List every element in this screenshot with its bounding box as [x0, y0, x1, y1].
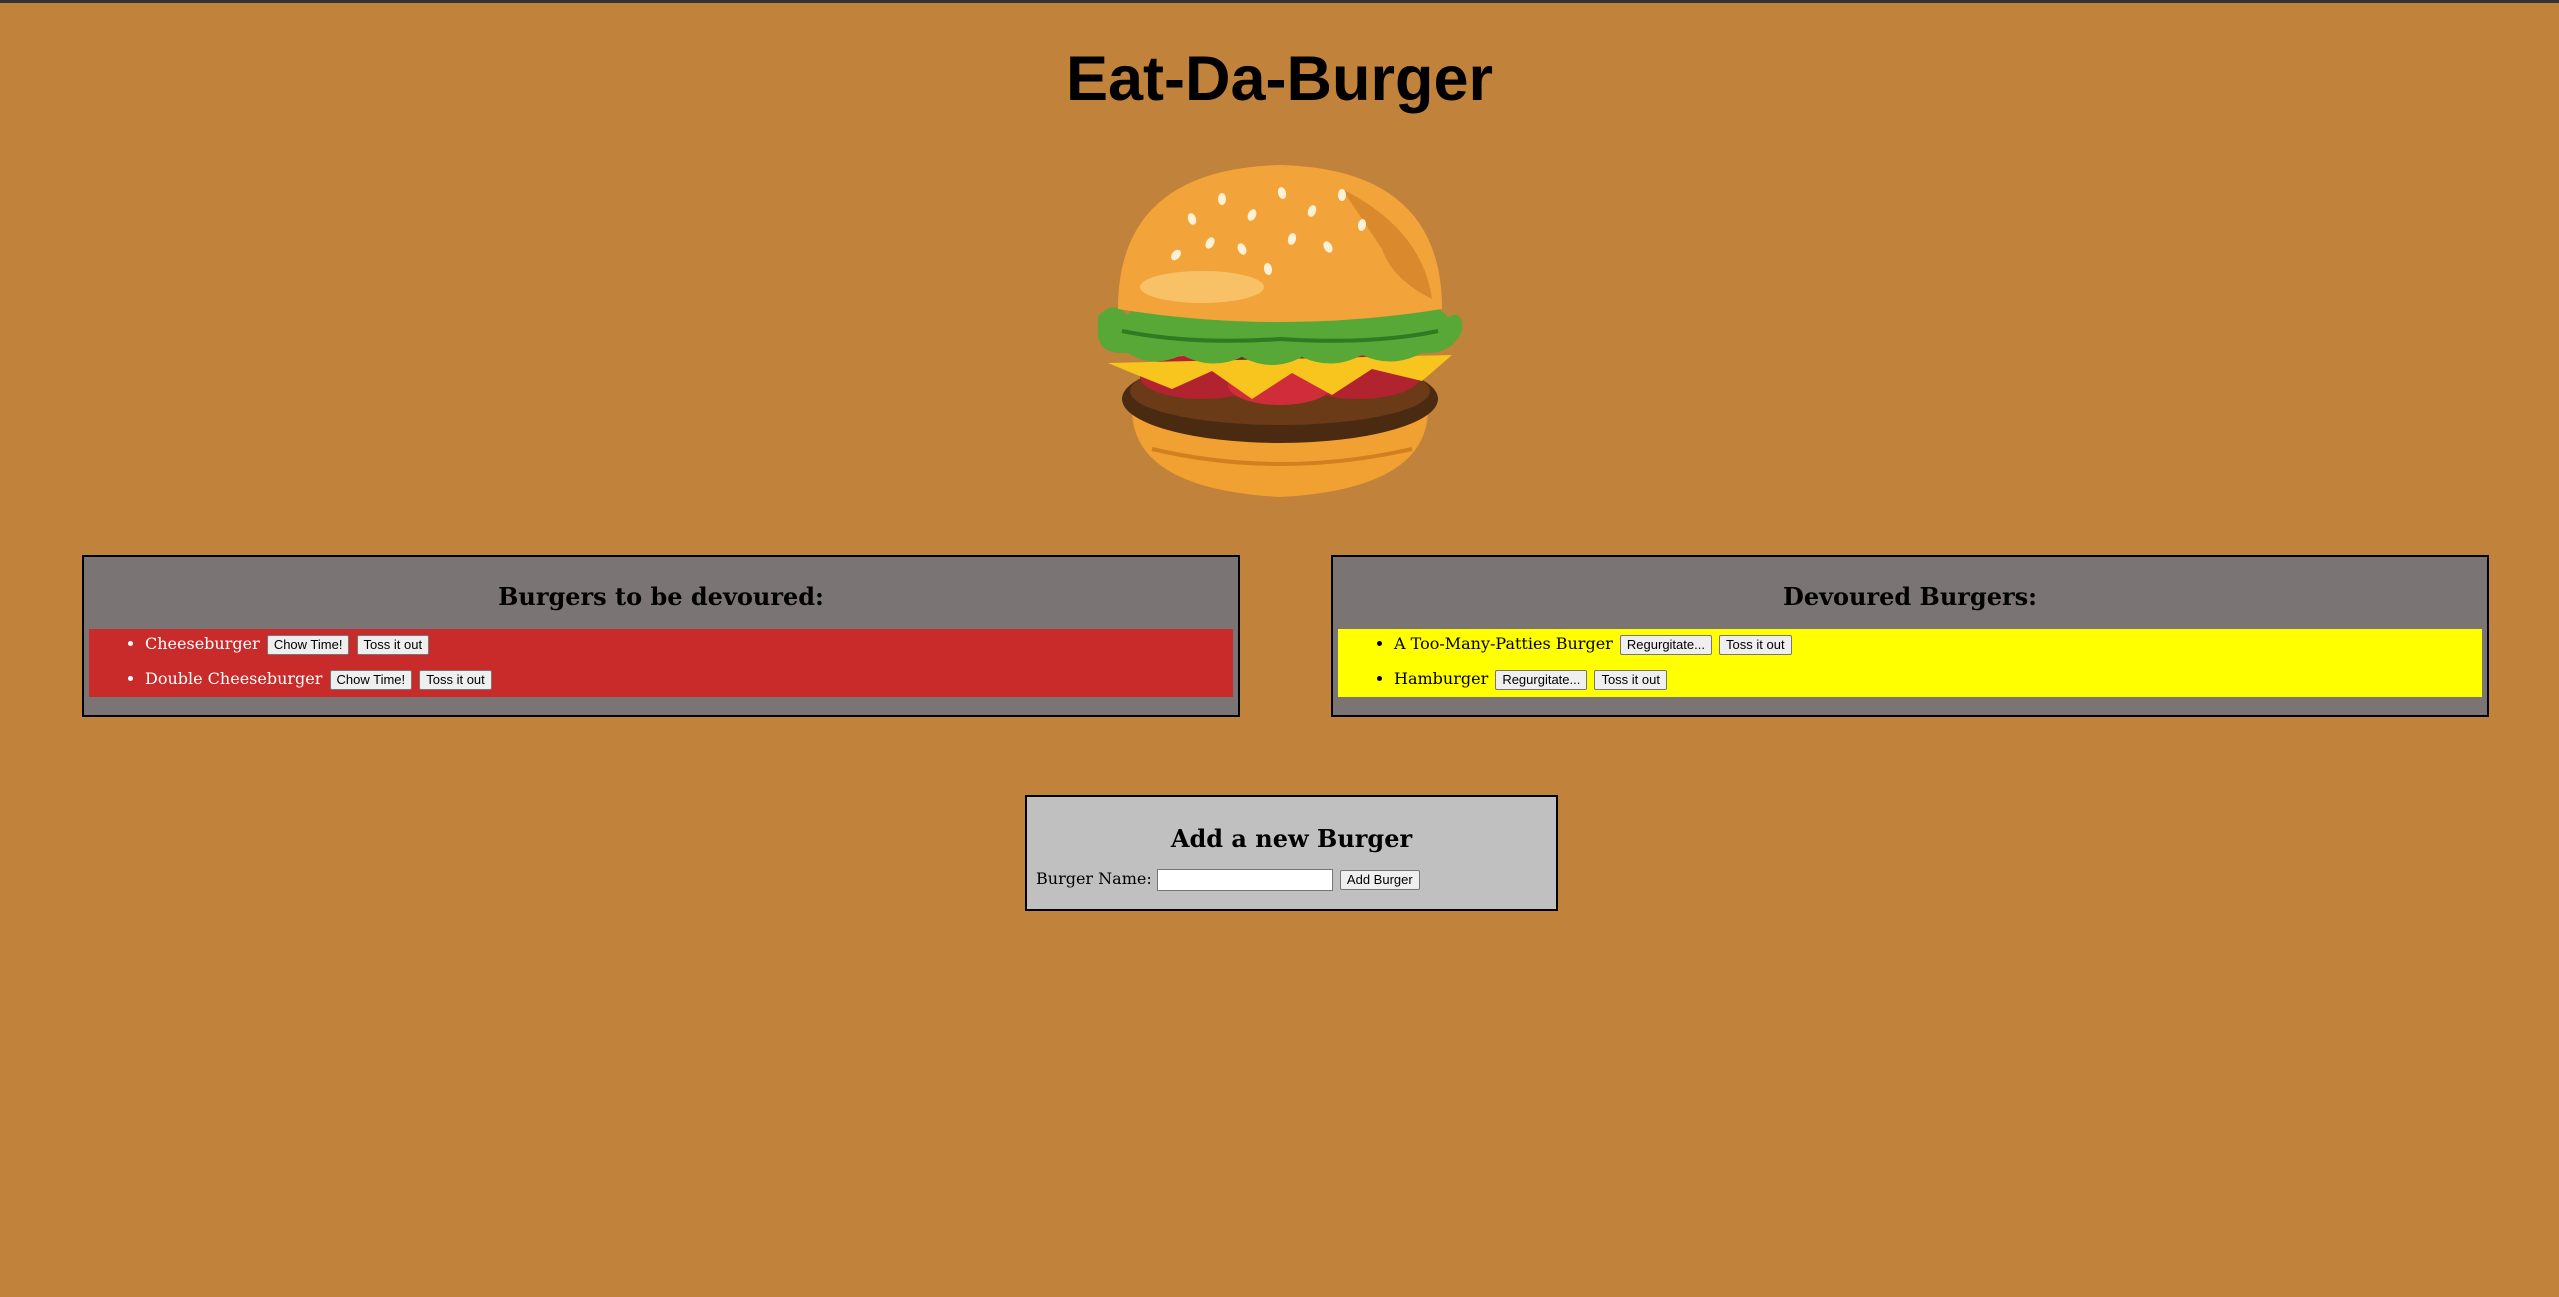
devoured-burgers-panel: Devoured Burgers: A Too-Many-Patties Bur… — [1331, 555, 2489, 717]
list-item: Cheeseburger Chow Time! Toss it out — [145, 629, 1233, 661]
list-item: A Too-Many-Patties Burger Regurgitate...… — [1394, 629, 2482, 661]
burger-name: Double Cheeseburger — [145, 669, 323, 688]
burger-name: Cheeseburger — [145, 634, 260, 653]
page-title: Eat-Da-Burger — [1065, 44, 1494, 114]
list-item: Double Cheeseburger Chow Time! Toss it o… — [145, 661, 1233, 697]
add-burger-form: Add a new Burger Burger Name: Add Burger — [1025, 795, 1558, 911]
chow-time-button[interactable]: Chow Time! — [266, 634, 350, 655]
burgers-to-devour-list: Cheeseburger Chow Time! Toss it out Doub… — [89, 629, 1233, 697]
devoured-burgers-heading: Devoured Burgers: — [1783, 582, 2037, 611]
regurgitate-button[interactable]: Regurgitate... — [1495, 669, 1588, 690]
toss-it-out-button[interactable]: Toss it out — [1594, 669, 1667, 690]
devoured-burgers-list: A Too-Many-Patties Burger Regurgitate...… — [1338, 629, 2482, 697]
burger-illustration-icon — [1092, 159, 1468, 499]
chow-time-button[interactable]: Chow Time! — [329, 669, 413, 690]
add-burger-button[interactable]: Add Burger — [1339, 869, 1420, 890]
add-burger-heading: Add a new Burger — [1170, 824, 1413, 853]
toss-it-out-button[interactable]: Toss it out — [419, 669, 492, 690]
burgers-to-devour-heading: Burgers to be devoured: — [498, 582, 824, 611]
burger-name-label: Burger Name: — [1036, 869, 1152, 888]
toss-it-out-button[interactable]: Toss it out — [356, 634, 430, 655]
toss-it-out-button[interactable]: Toss it out — [1719, 634, 1792, 655]
burgers-to-devour-panel: Burgers to be devoured: Cheeseburger Cho… — [82, 555, 1240, 717]
burger-name: Hamburger — [1394, 669, 1489, 688]
burger-name-input[interactable] — [1156, 868, 1333, 891]
regurgitate-button[interactable]: Regurgitate... — [1619, 634, 1712, 655]
list-item: Hamburger Regurgitate... Toss it out — [1394, 661, 2482, 697]
add-burger-row: Burger Name: Add Burger — [1036, 867, 1420, 891]
burger-name: A Too-Many-Patties Burger — [1394, 634, 1613, 653]
